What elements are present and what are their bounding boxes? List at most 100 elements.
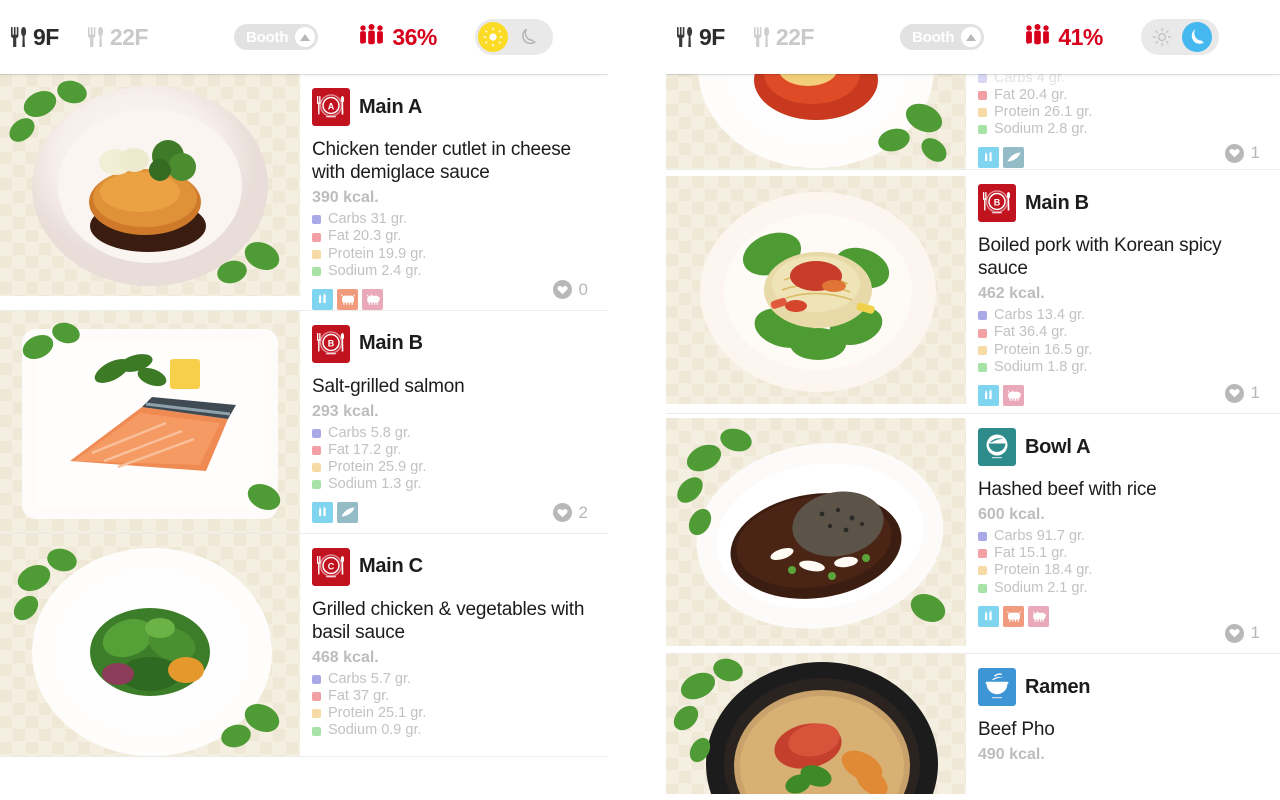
heart-icon bbox=[1224, 623, 1244, 643]
menu-card[interactable]: C Main C Grilled chicken & vegetables wi… bbox=[0, 533, 608, 757]
allergen-milk-icon[interactable] bbox=[978, 147, 999, 169]
nutrition-row: Fat 37 gr. bbox=[312, 688, 594, 705]
menu-card[interactable]: Bowl A Hashed beef with rice 600 kcal. C… bbox=[666, 414, 1280, 654]
nutrition-label: Carbs 91.7 gr. bbox=[994, 528, 1086, 545]
sun-icon[interactable] bbox=[477, 22, 508, 52]
dish-badge-label: Main B bbox=[359, 332, 423, 355]
nutrition-row: Sodium 1.8 gr. bbox=[978, 359, 1266, 376]
booth-toggle-right[interactable]: Booth bbox=[899, 24, 985, 50]
allergen-milk-icon[interactable] bbox=[978, 384, 999, 406]
nutrition-label: Protein 26.1 gr. bbox=[994, 104, 1093, 121]
floor-tab-9f-left[interactable]: 9F bbox=[10, 24, 59, 51]
beef-pho-photo bbox=[666, 654, 966, 794]
dish-photo[interactable] bbox=[666, 74, 966, 169]
nutrition-row: Carbs 91.7 gr. bbox=[978, 528, 1266, 545]
floor-tab-22f-left[interactable]: 22F bbox=[87, 24, 148, 51]
triangle-up-icon bbox=[961, 27, 982, 47]
favorite-counter[interactable]: 1 bbox=[1224, 623, 1260, 643]
dish-calories: 293 kcal. bbox=[312, 402, 379, 420]
nutrition-label: Carbs 4 gr. bbox=[994, 74, 1065, 86]
nutrition-label: Sodium 2.1 gr. bbox=[994, 579, 1088, 596]
favorite-count: 1 bbox=[1250, 623, 1260, 642]
menu-card[interactable]: Carbs 4 gr. Fat 20.4 gr. Protein 26.1 gr… bbox=[666, 74, 1280, 170]
allergen-fish-icon[interactable] bbox=[337, 502, 358, 524]
nutrition-label: Fat 36.4 gr. bbox=[994, 324, 1068, 341]
rice-bowl-icon bbox=[978, 428, 1016, 466]
menu-card[interactable]: B Main B Salt-grilled salmon 293 kcal. C… bbox=[0, 310, 608, 534]
sodium-dot-icon bbox=[312, 480, 321, 490]
dish-photo[interactable] bbox=[0, 310, 300, 533]
dish-details: C Main C Grilled chicken & vegetables wi… bbox=[300, 534, 608, 756]
dish-photo[interactable] bbox=[666, 418, 966, 646]
favorite-counter[interactable]: 1 bbox=[1224, 143, 1260, 163]
nutrition-label: Fat 17.2 gr. bbox=[328, 442, 402, 459]
floor-tab-22f-right[interactable]: 22F bbox=[753, 24, 814, 51]
svg-text:B: B bbox=[994, 198, 1001, 208]
nutrition-label: Sodium 1.8 gr. bbox=[994, 358, 1088, 375]
occupancy-indicator-right: 41% bbox=[1024, 23, 1103, 51]
favorite-counter[interactable]: 1 bbox=[1224, 383, 1260, 403]
dish-details: A Main A Chicken tender cutlet in cheese… bbox=[300, 74, 608, 310]
allergen-pork-icon[interactable] bbox=[1003, 384, 1024, 406]
carbs-dot-icon bbox=[312, 429, 321, 438]
dish-calories: 600 kcal. bbox=[978, 506, 1045, 524]
nutrition-list: Carbs 13.4 gr. Fat 36.4 gr. Protein 16.5… bbox=[978, 307, 1266, 375]
allergen-milk-icon[interactable] bbox=[312, 288, 333, 310]
dish-header: B Main B bbox=[978, 184, 1266, 222]
sodium-dot-icon bbox=[978, 583, 987, 593]
allergen-fish-icon[interactable] bbox=[1003, 147, 1024, 169]
nutrition-row: Sodium 2.4 gr. bbox=[312, 263, 594, 280]
menu-card[interactable]: B Main B Boiled pork with Korean spicy s… bbox=[666, 170, 1280, 414]
nutrition-row: Fat 36.4 gr. bbox=[978, 324, 1266, 341]
menu-panel-left: 9F 22F Booth 36% A Main A Chicken tender… bbox=[0, 0, 608, 800]
dish-calories: 462 kcal. bbox=[978, 285, 1045, 303]
nutrition-label: Carbs 5.7 gr. bbox=[328, 671, 412, 688]
allergen-beef-icon[interactable] bbox=[337, 288, 358, 310]
fork-knife-icon bbox=[753, 26, 770, 48]
svg-text:B: B bbox=[328, 338, 335, 348]
ramen-bowl-icon bbox=[978, 668, 1016, 706]
menu-panel-right: 9F 22F Booth 41% Carbs 4 gr. Fat 20.4 gr… bbox=[666, 0, 1280, 800]
dish-details: B Main B Salt-grilled salmon 293 kcal. C… bbox=[300, 311, 608, 533]
day-night-toggle-right[interactable] bbox=[1140, 19, 1219, 55]
allergen-pork-icon[interactable] bbox=[1028, 605, 1049, 627]
nutrition-row: Protein 26.1 gr. bbox=[978, 104, 1266, 121]
allergen-pork-icon[interactable] bbox=[362, 288, 383, 310]
dish-photo[interactable] bbox=[666, 654, 966, 794]
boiled-pork-korean-photo bbox=[666, 176, 966, 404]
nutrition-label: Sodium 2.8 gr. bbox=[994, 121, 1088, 138]
fat-dot-icon bbox=[312, 692, 321, 702]
protein-dot-icon bbox=[978, 566, 987, 576]
booth-label: Booth bbox=[911, 28, 955, 46]
svg-text:A: A bbox=[328, 102, 335, 112]
heart-icon bbox=[1224, 383, 1244, 403]
protein-dot-icon bbox=[312, 709, 321, 719]
favorite-counter[interactable]: 2 bbox=[552, 503, 588, 523]
booth-toggle-left[interactable]: Booth bbox=[233, 24, 319, 50]
nutrition-label: Carbs 5.8 gr. bbox=[328, 424, 412, 441]
dish-details: Carbs 4 gr. Fat 20.4 gr. Protein 26.1 gr… bbox=[966, 74, 1280, 169]
nutrition-label: Protein 19.9 gr. bbox=[328, 245, 427, 262]
moon-icon[interactable] bbox=[1181, 22, 1212, 52]
hashed-beef-rice-photo bbox=[666, 418, 966, 646]
fork-knife-icon bbox=[676, 26, 693, 48]
floor-tab-9f-right[interactable]: 9F bbox=[676, 24, 725, 51]
menu-card[interactable]: Ramen Beef Pho 490 kcal. bbox=[666, 654, 1280, 794]
carbs-dot-icon bbox=[312, 675, 321, 685]
favorite-counter[interactable]: 0 bbox=[552, 280, 588, 300]
people-icon bbox=[1024, 23, 1051, 51]
moon-icon[interactable] bbox=[510, 22, 546, 52]
dish-header: B Main B bbox=[312, 324, 594, 363]
allergen-beef-icon[interactable] bbox=[1003, 605, 1024, 627]
day-night-toggle-left[interactable] bbox=[474, 19, 553, 55]
allergen-milk-icon[interactable] bbox=[312, 502, 333, 524]
menu-card[interactable]: A Main A Chicken tender cutlet in cheese… bbox=[0, 74, 608, 311]
sun-icon[interactable] bbox=[1144, 22, 1180, 52]
dish-photo[interactable] bbox=[0, 533, 300, 756]
grilled-chicken-basil-photo bbox=[0, 533, 300, 756]
dish-photo[interactable] bbox=[0, 74, 300, 296]
header-left: 9F 22F Booth 36% bbox=[0, 0, 608, 74]
dish-photo[interactable] bbox=[666, 176, 966, 404]
nutrition-row: Sodium 2.1 gr. bbox=[978, 580, 1266, 597]
allergen-milk-icon[interactable] bbox=[978, 605, 999, 627]
